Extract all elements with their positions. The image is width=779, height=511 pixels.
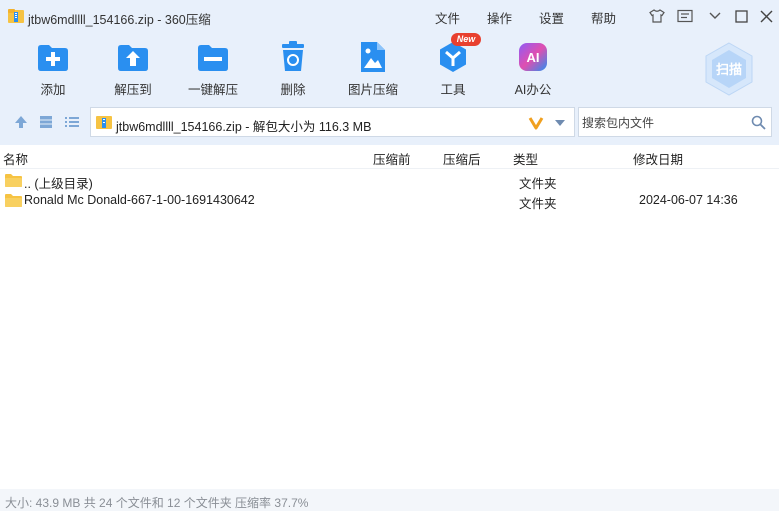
address-bar[interactable]: jtbw6mdllll_154166.zip - 解包大小为 116.3 MB [90,107,575,137]
folder-icon [5,194,22,207]
search-icon[interactable] [751,115,766,130]
search-box[interactable] [578,107,772,137]
one-click-extract-button[interactable]: 一键解压 [178,40,248,98]
ai-office-label: AI办公 [514,83,552,97]
extract-to-label: 解压到 [114,83,152,97]
dropdown-menu-icon[interactable] [706,7,724,25]
column-size-after[interactable]: 压缩后 [443,149,481,168]
close-icon[interactable] [757,7,775,25]
scan-label: 扫描 [715,62,742,77]
column-type[interactable]: 类型 [513,149,538,168]
one-click-extract-label: 一键解压 [187,83,238,97]
add-button[interactable]: 添加 [18,40,88,98]
zip-file-icon [96,116,112,129]
address-dropdown-icon[interactable] [554,119,566,127]
scan-button[interactable]: 扫描 [700,40,758,98]
search-input[interactable] [582,114,742,132]
column-modified[interactable]: 修改日期 [633,149,683,168]
skin-icon[interactable] [648,7,666,25]
table-row[interactable]: Ronald Mc Donald-667-1-00-1691430642 文件夹… [0,190,779,211]
folder-icon [5,174,22,187]
status-bar: 大小: 43.9 MB 共 24 个文件和 12 个文件夹 压缩率 37.7% [0,489,779,511]
delete-label: 删除 [280,83,306,97]
maximize-icon[interactable] [732,7,750,25]
delete-icon [282,41,304,71]
menu-file[interactable]: 文件 [435,8,460,27]
image-compress-label: 图片压缩 [347,83,398,97]
archive-app-icon [8,9,24,23]
ai-office-button[interactable]: AI AI办公 [498,40,568,98]
ai-office-icon: AI [519,43,547,71]
row-name: Ronald Mc Donald-667-1-00-1691430642 [24,193,255,207]
add-label: 添加 [40,83,66,97]
list-view-icon[interactable] [64,114,80,130]
tools-button[interactable]: 工具 [418,40,488,98]
address-path: jtbw6mdllll_154166.zip - 解包大小为 116.3 MB [116,120,372,134]
image-compress-button[interactable]: 图片压缩 [338,40,408,98]
extract-to-button[interactable]: 解压到 [98,40,168,98]
image-compress-icon [361,42,385,72]
status-text: 大小: 43.9 MB 共 24 个文件和 12 个文件夹 压缩率 37.7% [5,496,309,510]
column-size-before[interactable]: 压缩前 [373,149,411,168]
table-row[interactable]: .. (上级目录) 文件夹 [0,170,779,191]
delete-button[interactable]: 删除 [258,40,328,98]
row-modified: 2024-06-07 14:36 [639,193,738,207]
window-title: jtbw6mdllll_154166.zip - 360压缩 [28,13,211,27]
row-type: 文件夹 [519,197,557,211]
favorite-v-icon[interactable] [528,115,544,131]
new-badge: New [451,33,481,46]
svg-text:AI: AI [527,50,540,65]
app-window: jtbw6mdllll_154166.zip - 360压缩 文件 操作 设置 … [0,0,779,511]
list-header: 名称 压缩前 压缩后 类型 修改日期 [0,145,779,169]
up-level-icon[interactable] [13,114,29,130]
menu-settings[interactable]: 设置 [539,8,564,27]
thumbnail-view-icon[interactable] [38,114,54,130]
menu-help[interactable]: 帮助 [591,8,616,27]
menu-operation[interactable]: 操作 [487,8,512,27]
title-bar: jtbw6mdllll_154166.zip - 360压缩 文件 操作 设置 … [0,0,779,32]
add-icon [38,45,68,71]
column-name[interactable]: 名称 [3,149,28,168]
one-click-extract-icon [198,45,228,71]
file-list: 名称 压缩前 压缩后 类型 修改日期 .. (上级目录) 文件夹 Ronald … [0,145,779,489]
extract-to-icon [118,45,148,71]
feedback-icon[interactable] [676,7,694,25]
tools-label: 工具 [440,83,466,97]
